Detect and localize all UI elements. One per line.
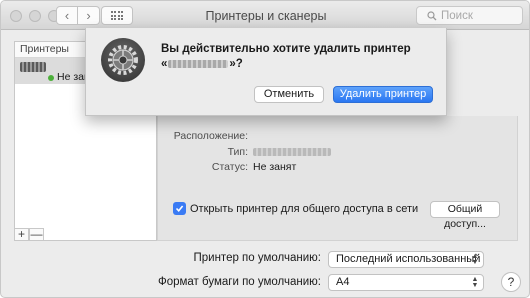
add-printer-button[interactable]: + bbox=[14, 228, 29, 241]
default-paper-select[interactable]: A4 ▲ ▼ bbox=[328, 274, 484, 291]
share-printer-label: Открыть принтер для общего доступа в сет… bbox=[190, 202, 419, 215]
remove-printer-button[interactable]: — bbox=[29, 228, 44, 241]
checkmark-icon bbox=[175, 205, 184, 213]
dialog-quote-close: »? bbox=[229, 58, 243, 70]
search-input[interactable]: Поиск bbox=[416, 6, 523, 25]
printer-icon bbox=[20, 62, 46, 72]
default-paper-label: Формат бумаги по умолчанию: bbox=[157, 276, 321, 288]
default-printer-label: Принтер по умолчанию: bbox=[193, 252, 322, 264]
delete-printer-sheet: Вы действительно хотите удалить принтер … bbox=[85, 28, 447, 116]
dialog-message-line2: « »? bbox=[161, 57, 243, 71]
type-label: Тип: bbox=[227, 146, 248, 158]
show-all-button[interactable] bbox=[101, 6, 133, 25]
chevron-left-icon: ‹ bbox=[64, 8, 70, 23]
search-icon bbox=[427, 10, 437, 20]
delete-printer-button[interactable]: Удалить принтер bbox=[333, 86, 433, 103]
type-value-redacted bbox=[253, 148, 331, 156]
printers-window: ‹ › Принтеры и сканеры Поиск Принтеры Не… bbox=[0, 0, 530, 298]
dialog-message-line1: Вы действительно хотите удалить принтер bbox=[161, 43, 411, 55]
back-button[interactable]: ‹ bbox=[56, 6, 78, 25]
grid-icon bbox=[110, 11, 124, 20]
chevron-right-icon: › bbox=[86, 8, 91, 23]
default-printer-select[interactable]: Последний использованный ▲ ▼ bbox=[328, 251, 484, 268]
close-window-button[interactable] bbox=[10, 10, 22, 22]
chevron-updown-icon: ▲ ▼ bbox=[471, 252, 479, 266]
search-placeholder: Поиск bbox=[441, 9, 473, 22]
forward-button[interactable]: › bbox=[78, 6, 100, 25]
location-label: Расположение: bbox=[173, 130, 248, 142]
status-label: Статус: bbox=[211, 161, 248, 173]
chevron-updown-icon: ▲ ▼ bbox=[471, 275, 479, 289]
minimize-window-button[interactable] bbox=[29, 10, 41, 22]
cancel-button[interactable]: Отменить bbox=[254, 86, 324, 103]
printer-name-redacted bbox=[168, 60, 229, 68]
dialog-quote-open: « bbox=[161, 58, 168, 70]
gear-icon bbox=[101, 38, 145, 82]
status-value: Не занят bbox=[253, 161, 297, 173]
share-printer-checkbox[interactable] bbox=[173, 202, 186, 215]
list-footer: + — bbox=[14, 228, 44, 241]
default-printer-value: Последний использованный bbox=[336, 253, 481, 265]
status-dot-icon bbox=[48, 75, 54, 81]
title-bar: ‹ › Принтеры и сканеры Поиск bbox=[1, 1, 529, 30]
share-printer-row: Открыть принтер для общего доступа в сет… bbox=[173, 202, 418, 215]
help-button[interactable]: ? bbox=[501, 272, 521, 292]
window-title: Принтеры и сканеры bbox=[205, 9, 327, 23]
sharing-button[interactable]: Общий доступ... bbox=[430, 201, 500, 230]
default-paper-value: A4 bbox=[336, 276, 350, 288]
